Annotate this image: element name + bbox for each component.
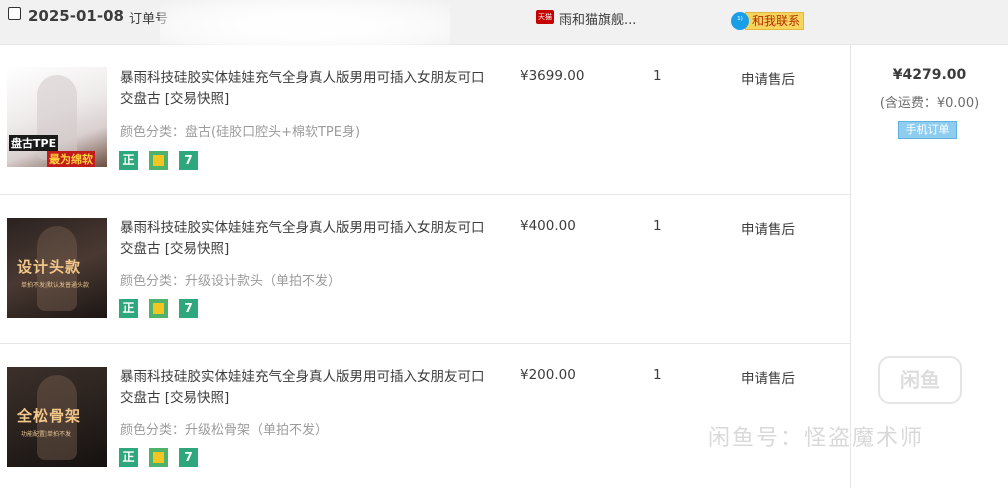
order-select-checkbox[interactable] (8, 7, 21, 20)
item-price: ¥400.00 (520, 218, 576, 234)
product-sku: 颜色分类：盘古(硅胶口腔头+棉软TPE身) (120, 125, 361, 140)
product-title-link[interactable]: 暴雨科技硅胶实体娃娃充气全身真人版男用可插入女朋友可口交盘古 [交易快照] (120, 218, 488, 260)
guarantee-badge-icon[interactable] (149, 151, 168, 170)
genuine-badge-icon[interactable]: 正 (119, 448, 138, 467)
redaction-blur (160, 0, 450, 52)
row-divider (0, 194, 850, 195)
store-name-link[interactable]: 雨和猫旗舰... (559, 9, 636, 28)
thumbnail-subcaption: 功能配置|单拍不发 (21, 431, 72, 438)
after-sale-link[interactable]: 申请售后 (741, 218, 795, 238)
guarantee-badge-icon[interactable] (149, 448, 168, 467)
product-thumbnail[interactable]: 盘古TPE 最为绵软 (7, 67, 107, 167)
service-badges: 正 7 (119, 299, 198, 318)
order-header: 2025-01-08 订单号 天猫 雨和猫旗舰... ¹⁾ 和我联系 (0, 0, 1008, 52)
seven-day-return-badge-icon[interactable]: 7 (179, 448, 198, 467)
thumbnail-subcaption: 单拍不发|默认发普通头款 (21, 282, 90, 289)
thumbnail-caption: 全松骨架 (17, 407, 82, 425)
mobile-order-button[interactable]: 手机订单 (898, 121, 957, 139)
product-thumbnail[interactable]: 全松骨架 功能配置|单拍不发 (7, 367, 107, 467)
item-price: ¥3699.00 (520, 68, 585, 84)
product-thumbnail[interactable]: 设计头款 单拍不发|默认发普通头款 (7, 218, 107, 318)
item-quantity: 1 (653, 218, 662, 234)
after-sale-link[interactable]: 申请售后 (741, 367, 795, 387)
item-quantity: 1 (653, 367, 662, 383)
xianyu-watermark-logo: 闲鱼 (878, 356, 962, 404)
product-title-link[interactable]: 暴雨科技硅胶实体娃娃充气全身真人版男用可插入女朋友可口交盘古 [交易快照] (120, 367, 488, 409)
guarantee-badge-icon[interactable] (149, 299, 168, 318)
order-total: ¥4279.00 (892, 67, 967, 83)
row-divider (0, 343, 850, 344)
genuine-badge-icon[interactable]: 正 (119, 151, 138, 170)
item-price: ¥200.00 (520, 367, 576, 383)
product-title-link[interactable]: 暴雨科技硅胶实体娃娃充气全身真人版男用可插入女朋友可口交盘古 [交易快照] (120, 68, 488, 110)
thumbnail-subcaption: 最为绵软 (47, 151, 95, 167)
order-date: 2025-01-08 (28, 7, 124, 25)
shipping-fee: (含运费：¥0.00) (879, 96, 980, 111)
contact-seller-label: 和我联系 (745, 11, 805, 30)
watermark-text: 闲鱼号：怪盗魔术师 (708, 426, 925, 451)
seven-day-return-badge-icon[interactable]: 7 (179, 151, 198, 170)
service-badges: 正 7 (119, 448, 198, 467)
genuine-badge-icon[interactable]: 正 (119, 299, 138, 318)
seven-day-return-badge-icon[interactable]: 7 (179, 299, 198, 318)
product-sku: 颜色分类：升级设计款头（单拍不发） (120, 274, 342, 289)
thumbnail-caption: 盘古TPE (9, 135, 59, 151)
tmall-icon: 天猫 (536, 10, 554, 24)
chat-bubble-icon: ¹⁾ (731, 11, 749, 30)
after-sale-link[interactable]: 申请售后 (741, 68, 795, 88)
product-sku: 颜色分类：升级松骨架（单拍不发） (120, 423, 329, 438)
contact-seller-button[interactable]: ¹⁾ 和我联系 (731, 11, 805, 30)
item-quantity: 1 (653, 68, 662, 84)
service-badges: 正 7 (119, 151, 198, 170)
thumbnail-caption: 设计头款 (17, 258, 82, 276)
